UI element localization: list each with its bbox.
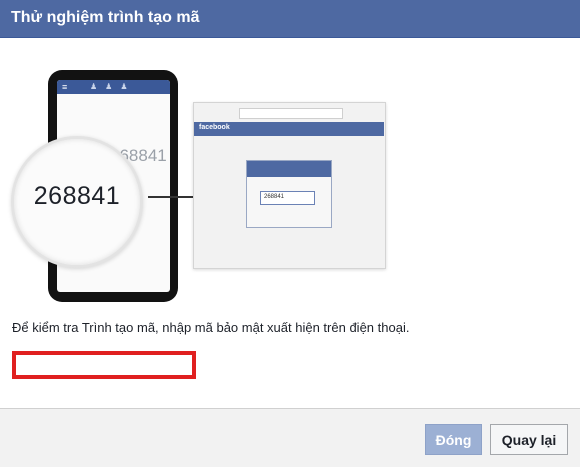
close-button[interactable]: Đóng [425, 424, 482, 455]
magnified-code: 268841 [33, 182, 121, 210]
browser-fb-header: facebook [194, 122, 384, 136]
menu-icon: ≡ [62, 82, 68, 92]
instruction-text: Để kiểm tra Trình tạo mã, nhập mã bảo mậ… [12, 320, 410, 335]
back-button[interactable]: Quay lại [490, 424, 568, 455]
mini-dialog-header [247, 161, 331, 177]
dialog-header: Thử nghiệm trình tạo mã [0, 0, 580, 38]
dialog-title: Thử nghiệm trình tạo mã [11, 9, 200, 26]
mini-code-input: 268841 [260, 191, 315, 205]
facebook-logo: facebook [199, 124, 230, 131]
security-code-input[interactable] [12, 351, 196, 379]
app-bar-icons: ♟♟♟ [90, 82, 136, 91]
mini-code-value: 268841 [264, 194, 285, 200]
browser-url-bar [239, 108, 343, 119]
